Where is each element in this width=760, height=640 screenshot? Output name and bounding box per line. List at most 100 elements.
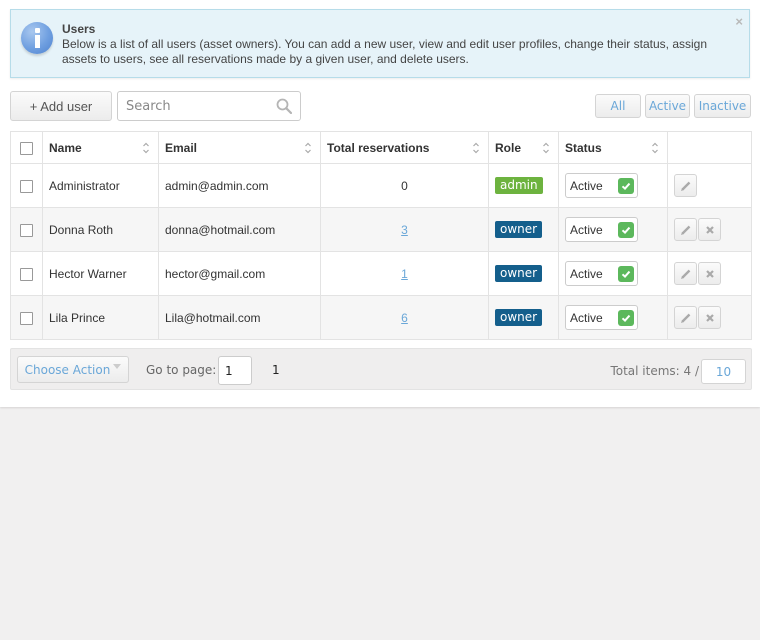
column-header-reservations[interactable]: Total reservations [320, 131, 489, 164]
role-cell: owner [488, 251, 559, 296]
actions-cell [667, 163, 752, 208]
name-cell: Hector Warner [42, 251, 159, 296]
row-checkbox[interactable] [20, 311, 33, 325]
status-label: Active [570, 310, 603, 325]
email-cell: Lila@hotmail.com [158, 295, 321, 340]
pencil-icon [681, 181, 691, 191]
sort-icon[interactable] [472, 141, 480, 155]
row-checkbox[interactable] [20, 267, 33, 281]
role-badge: owner [495, 221, 543, 238]
users-table: Name Email Total reservations Role Statu… [10, 131, 752, 340]
edit-button[interactable] [674, 218, 697, 241]
table-row: Hector Warner hector@gmail.com 1 owner A… [10, 251, 752, 296]
column-header-name[interactable]: Name [42, 131, 159, 164]
role-badge: owner [495, 265, 543, 282]
table-row: Lila Prince Lila@hotmail.com 6 owner Act… [10, 295, 752, 340]
status-cell: Active [558, 251, 668, 296]
total-items-label: Total items: 4 / [610, 364, 699, 378]
page-panel: Users Below is a list of all users (asse… [0, 0, 760, 407]
pencil-icon [681, 269, 691, 279]
caret-down-icon [113, 364, 122, 369]
actions-cell [667, 207, 752, 252]
name-cell: Lila Prince [42, 295, 159, 340]
role-badge: admin [495, 177, 543, 194]
sort-icon[interactable] [304, 141, 312, 155]
reservations-cell: 0 [320, 163, 489, 208]
search-input[interactable] [124, 98, 274, 115]
column-header-status[interactable]: Status [558, 131, 668, 164]
edit-button[interactable] [674, 174, 697, 197]
reservations-link[interactable]: 3 [401, 223, 408, 237]
status-label: Active [570, 178, 603, 193]
role-badge: owner [495, 309, 543, 326]
delete-icon [706, 270, 714, 278]
row-select-cell [10, 207, 43, 252]
email-cell: hector@gmail.com [158, 251, 321, 296]
column-label: Role [495, 140, 522, 155]
actions-cell [667, 251, 752, 296]
delete-button[interactable] [698, 218, 721, 241]
goto-page-input[interactable] [218, 356, 252, 385]
add-user-button[interactable]: + Add user [10, 91, 112, 121]
pencil-icon [681, 313, 691, 323]
status-toggle[interactable]: Active [565, 261, 638, 286]
delete-button[interactable] [698, 306, 721, 329]
role-cell: owner [488, 295, 559, 340]
choose-action-label: Choose Action [24, 362, 111, 377]
status-label: Active [570, 222, 603, 237]
filter-active-button[interactable]: Active [645, 94, 690, 118]
status-cell: Active [558, 163, 668, 208]
status-cell: Active [558, 207, 668, 252]
reservations-count: 0 [401, 178, 408, 193]
sort-icon[interactable] [651, 141, 659, 155]
filter-inactive-button[interactable]: Inactive [694, 94, 751, 118]
edit-button[interactable] [674, 306, 697, 329]
status-toggle[interactable]: Active [565, 217, 638, 242]
column-header-email[interactable]: Email [158, 131, 321, 164]
row-select-cell [10, 163, 43, 208]
column-header-role[interactable]: Role [488, 131, 559, 164]
role-cell: admin [488, 163, 559, 208]
row-checkbox[interactable] [20, 223, 33, 237]
reservations-cell: 3 [320, 207, 489, 252]
check-icon [618, 310, 634, 326]
sort-icon[interactable] [542, 141, 550, 155]
filter-all-button[interactable]: All [595, 94, 641, 118]
page-link[interactable]: 1 [272, 363, 280, 377]
sort-icon[interactable] [142, 141, 150, 155]
status-toggle[interactable]: Active [565, 173, 638, 198]
check-icon [618, 178, 634, 194]
info-text: Below is a list of all users (asset owne… [62, 37, 708, 66]
column-label: Total reservations [327, 140, 430, 155]
reservations-link[interactable]: 6 [401, 311, 408, 325]
row-checkbox[interactable] [20, 179, 33, 193]
close-icon[interactable]: × [735, 14, 743, 29]
info-icon [21, 22, 53, 54]
items-per-page-select[interactable]: 10 [701, 359, 746, 384]
select-all-cell [10, 131, 43, 164]
column-label: Status [565, 140, 602, 155]
status-toggle[interactable]: Active [565, 305, 638, 330]
select-all-checkbox[interactable] [20, 141, 33, 155]
delete-icon [706, 226, 714, 234]
column-label: Name [49, 140, 82, 155]
email-cell: admin@admin.com [158, 163, 321, 208]
check-icon [618, 222, 634, 238]
reservations-link[interactable]: 1 [401, 267, 408, 281]
check-icon [618, 266, 634, 282]
delete-icon [706, 314, 714, 322]
info-box: Users Below is a list of all users (asse… [10, 9, 750, 78]
table-footer: Choose Action Go to page: 1 Total items:… [10, 348, 752, 390]
edit-button[interactable] [674, 262, 697, 285]
status-label: Active [570, 266, 603, 281]
status-cell: Active [558, 295, 668, 340]
email-cell: donna@hotmail.com [158, 207, 321, 252]
choose-action-dropdown[interactable]: Choose Action [17, 356, 129, 383]
pencil-icon [681, 225, 691, 235]
name-cell: Administrator [42, 163, 159, 208]
search-box[interactable] [117, 91, 301, 121]
delete-button[interactable] [698, 262, 721, 285]
goto-page-label: Go to page: [146, 363, 217, 377]
search-icon[interactable] [276, 98, 292, 114]
role-cell: owner [488, 207, 559, 252]
